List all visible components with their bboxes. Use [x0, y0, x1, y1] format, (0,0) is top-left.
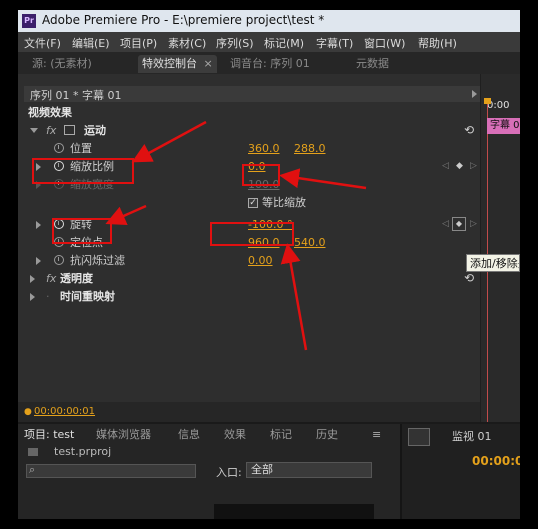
arrow-to-scale-value [279, 168, 367, 190]
arrow-to-rotation [105, 204, 147, 226]
arrow-to-scale [131, 120, 207, 163]
arrow-to-rotation-value [280, 243, 308, 351]
annotation-arrows [105, 120, 367, 351]
premiere-window: Pr Adobe Premiere Pro - E:\premiere proj… [18, 10, 520, 519]
